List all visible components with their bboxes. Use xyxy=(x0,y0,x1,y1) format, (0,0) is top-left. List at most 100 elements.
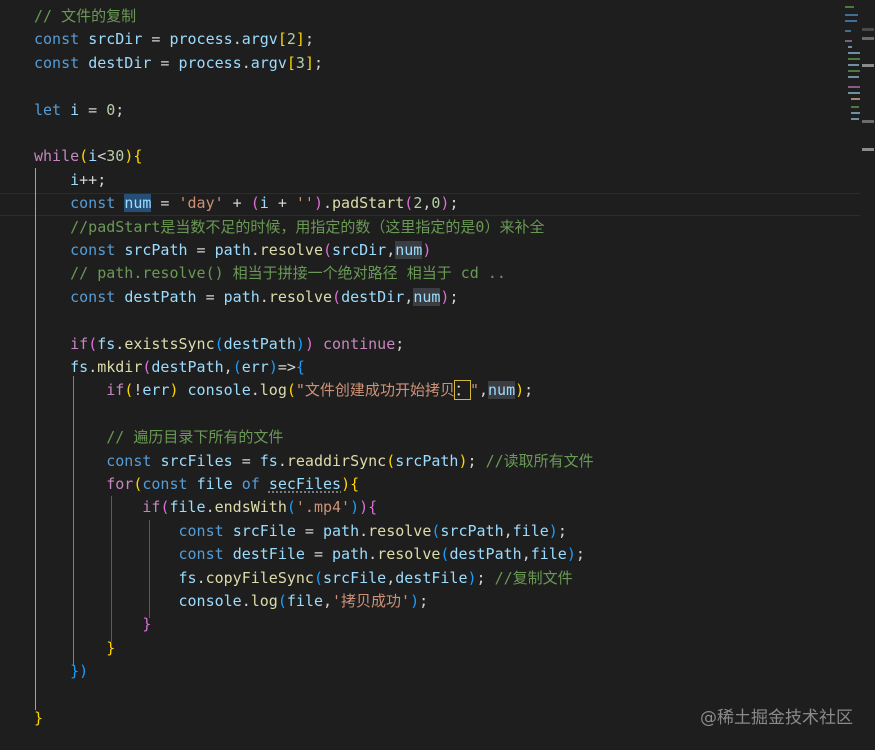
code-token: file xyxy=(530,545,567,563)
code-line[interactable]: const srcPath = path.resolve(srcDir,num) xyxy=(34,239,431,262)
code-token: for xyxy=(106,475,134,493)
watermark: @稀土掘金技术社区 xyxy=(700,708,853,728)
code-line[interactable]: //padStart是当数不足的时候，用指定的数（这里指定的是0）来补全 xyxy=(34,216,544,239)
code-line[interactable]: // path.resolve() 相当于拼接一个绝对路径 相当于 cd .. xyxy=(34,262,506,285)
code-token: . xyxy=(232,30,242,48)
code-token: ： xyxy=(453,380,471,400)
code-token: 2 xyxy=(413,194,423,212)
code-token: let xyxy=(34,101,62,119)
code-token: ] xyxy=(304,54,314,72)
code-token: // 遍历目录下所有的文件 xyxy=(106,428,284,446)
code-token: , xyxy=(404,288,414,306)
code-token: i xyxy=(88,147,98,165)
code-token: , xyxy=(521,545,531,563)
code-token: resolve xyxy=(377,545,441,563)
code-token: . xyxy=(88,358,98,376)
code-line[interactable]: } xyxy=(34,707,43,730)
code-token: ; xyxy=(476,569,495,587)
code-token: ) xyxy=(410,592,420,610)
scrollbar-marker xyxy=(862,120,874,123)
scrollbar-marker xyxy=(862,37,874,40)
code-token: ) xyxy=(268,358,278,376)
code-token: ; xyxy=(313,54,323,72)
code-token: continue xyxy=(323,335,396,353)
code-line[interactable]: const destDir = process.argv[3]; xyxy=(34,52,323,75)
code-token: } xyxy=(106,639,116,657)
code-line[interactable]: const destFile = path.resolve(destPath,f… xyxy=(34,543,585,566)
code-token: 'day' xyxy=(178,194,224,212)
code-token: const xyxy=(178,545,224,563)
code-token: . xyxy=(250,241,260,259)
code-token: srcFile xyxy=(232,522,296,540)
code-token: ) xyxy=(304,335,314,353)
code-token: . xyxy=(368,545,378,563)
code-line[interactable]: // 文件的复制 xyxy=(34,5,136,28)
code-line[interactable]: console.log(file,'拷贝成功'); xyxy=(34,590,429,613)
code-token: = xyxy=(295,522,323,540)
code-token: while xyxy=(34,147,80,165)
code-token: destFile xyxy=(232,545,305,563)
code-token: resolve xyxy=(259,241,323,259)
code-token: fs xyxy=(178,569,197,587)
code-token: ( xyxy=(250,194,260,212)
code-token: ( xyxy=(214,335,224,353)
vertical-scrollbar[interactable] xyxy=(861,0,875,750)
code-line[interactable]: if(!err) console.log("文件创建成功开始拷贝：",num); xyxy=(34,379,533,402)
code-token: fs xyxy=(70,358,89,376)
code-line[interactable]: // 遍历目录下所有的文件 xyxy=(34,426,283,449)
code-token: if xyxy=(142,498,161,516)
code-token: log xyxy=(250,592,278,610)
code-token: . xyxy=(205,498,215,516)
code-token: }) xyxy=(70,662,89,680)
scrollbar-marker xyxy=(862,64,874,67)
code-token: . xyxy=(196,569,206,587)
code-line[interactable]: const srcFile = path.resolve(srcPath,fil… xyxy=(34,520,567,543)
code-token: ) xyxy=(124,147,134,165)
code-line[interactable]: const destPath = path.resolve(destDir,nu… xyxy=(34,286,458,309)
code-token: file xyxy=(169,498,206,516)
code-token: destPath xyxy=(449,545,522,563)
code-line[interactable]: while(i<30){ xyxy=(34,145,142,168)
code-line[interactable]: const num = 'day' + (i + '').padStart(2,… xyxy=(34,192,458,215)
code-token: ) xyxy=(359,498,369,516)
code-token: . xyxy=(277,452,287,470)
code-line[interactable]: } xyxy=(34,637,115,660)
code-line[interactable]: if(fs.existsSync(destPath)) continue; xyxy=(34,333,404,356)
code-line[interactable]: } xyxy=(34,613,151,636)
code-token: . xyxy=(323,194,333,212)
code-token: copyFileSync xyxy=(205,569,314,587)
code-token: srcDir xyxy=(88,30,143,48)
code-line[interactable]: if(file.endsWith('.mp4')){ xyxy=(34,496,377,519)
code-token: const xyxy=(178,522,224,540)
minimap[interactable] xyxy=(845,0,860,125)
code-line[interactable]: fs.copyFileSync(srcFile,destFile); //复制文… xyxy=(34,567,573,590)
code-editor[interactable]: // 文件的复制 const srcDir = process.argv[2]; c… xyxy=(0,0,875,750)
code-line[interactable]: let i = 0; xyxy=(34,99,124,122)
code-token: , xyxy=(323,592,333,610)
code-line[interactable]: const srcFiles = fs.readdirSync(srcPath)… xyxy=(34,450,593,473)
code-token: path xyxy=(332,545,369,563)
code-token: ) xyxy=(515,381,525,399)
code-token: ; xyxy=(449,288,459,306)
code-token: ( xyxy=(232,358,242,376)
code-token: ( xyxy=(404,194,414,212)
code-token: argv xyxy=(250,54,287,72)
code-token: const xyxy=(34,30,80,48)
code-token: srcFiles xyxy=(160,452,233,470)
code-token: err xyxy=(142,381,170,399)
code-line[interactable]: }) xyxy=(34,660,88,683)
code-line[interactable]: const srcDir = process.argv[2]; xyxy=(34,28,314,51)
code-line[interactable]: i++; xyxy=(34,169,106,192)
code-line[interactable]: fs.mkdir(destPath,(err)=>{ xyxy=(34,356,305,379)
code-token: ) xyxy=(350,498,360,516)
code-line[interactable]: for(const file of secFiles){ xyxy=(34,473,359,496)
code-token: ( xyxy=(88,335,98,353)
code-token: num xyxy=(413,288,441,306)
